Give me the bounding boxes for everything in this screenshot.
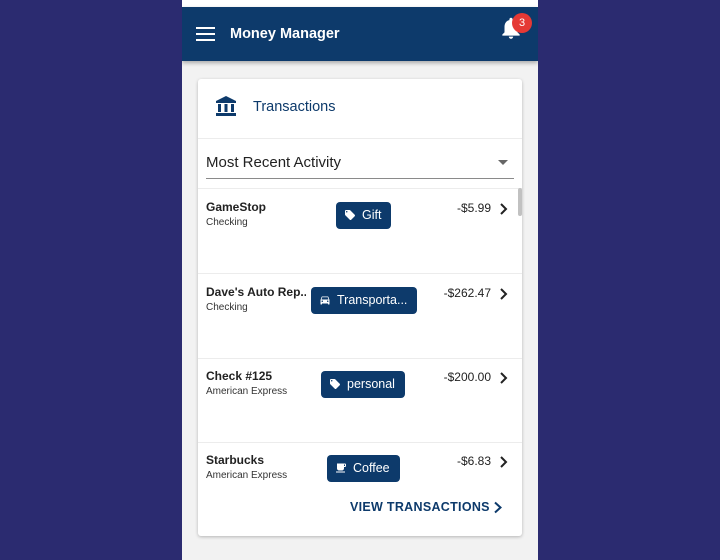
card-title: Transactions — [253, 99, 336, 115]
transaction-row[interactable]: GameStop Checking Gift -$5.99 — [198, 189, 522, 274]
category-label: Coffee — [353, 461, 390, 475]
tag-icon — [345, 210, 355, 220]
category-label: Transporta... — [337, 293, 408, 307]
transaction-row[interactable]: Dave's Auto Rep... Checking Transporta..… — [198, 274, 522, 359]
account-name: American Express — [206, 386, 288, 397]
transaction-amount: -$6.83 — [456, 454, 491, 468]
app-title: Money Manager — [230, 26, 340, 42]
app-screen: Money Manager 3 Transactions Most Recent… — [182, 0, 538, 560]
transaction-row[interactable]: Starbucks American Express Coffee -$6.83 — [198, 442, 522, 484]
merchant-name: GameStop — [206, 200, 267, 214]
merchant-name: Starbucks — [206, 453, 265, 467]
hamburger-menu-icon[interactable] — [196, 25, 216, 43]
category-chip[interactable]: Transporta... — [311, 287, 418, 314]
card-header: Transactions — [198, 79, 522, 139]
coffee-icon — [336, 463, 346, 473]
tag-icon — [330, 379, 340, 389]
filter-selected-value: Most Recent Activity — [206, 154, 342, 171]
transaction-row[interactable]: Check #125 American Express personal -$2… — [198, 358, 522, 443]
notification-count-badge: 3 — [512, 13, 532, 33]
account-name: Checking — [206, 302, 248, 313]
chevron-right-icon — [494, 501, 502, 514]
car-icon — [320, 296, 330, 305]
account-name: Checking — [206, 217, 248, 228]
category-chip[interactable]: personal — [321, 371, 405, 398]
transactions-card: Transactions Most Recent Activity GameSt… — [198, 79, 522, 536]
category-chip[interactable]: Gift — [336, 202, 392, 229]
status-strip — [182, 0, 538, 7]
account-name: American Express — [206, 470, 288, 481]
app-bar: Money Manager — [182, 7, 538, 61]
list-scrollbar[interactable] — [518, 188, 522, 216]
activity-filter-select[interactable]: Most Recent Activity — [206, 152, 514, 179]
transaction-amount: -$5.99 — [456, 201, 491, 215]
category-label: Gift — [362, 208, 382, 222]
view-transactions-button[interactable]: VIEW TRANSACTIONS — [350, 498, 510, 518]
category-chip[interactable]: Coffee — [327, 455, 400, 482]
chevron-right-icon — [500, 288, 508, 300]
dropdown-arrow-icon — [498, 160, 508, 165]
merchant-name: Dave's Auto Rep... — [206, 285, 306, 299]
chevron-right-icon — [500, 456, 508, 468]
transaction-amount: -$262.47 — [443, 286, 491, 300]
chevron-right-icon — [500, 203, 508, 215]
bank-icon — [215, 95, 237, 117]
view-transactions-label: VIEW TRANSACTIONS — [350, 500, 490, 514]
transaction-amount: -$200.00 — [443, 370, 491, 384]
transaction-list[interactable]: GameStop Checking Gift -$5.99 Dave's Aut… — [198, 188, 522, 484]
chevron-right-icon — [500, 372, 508, 384]
merchant-name: Check #125 — [206, 369, 273, 383]
category-label: personal — [347, 377, 395, 391]
